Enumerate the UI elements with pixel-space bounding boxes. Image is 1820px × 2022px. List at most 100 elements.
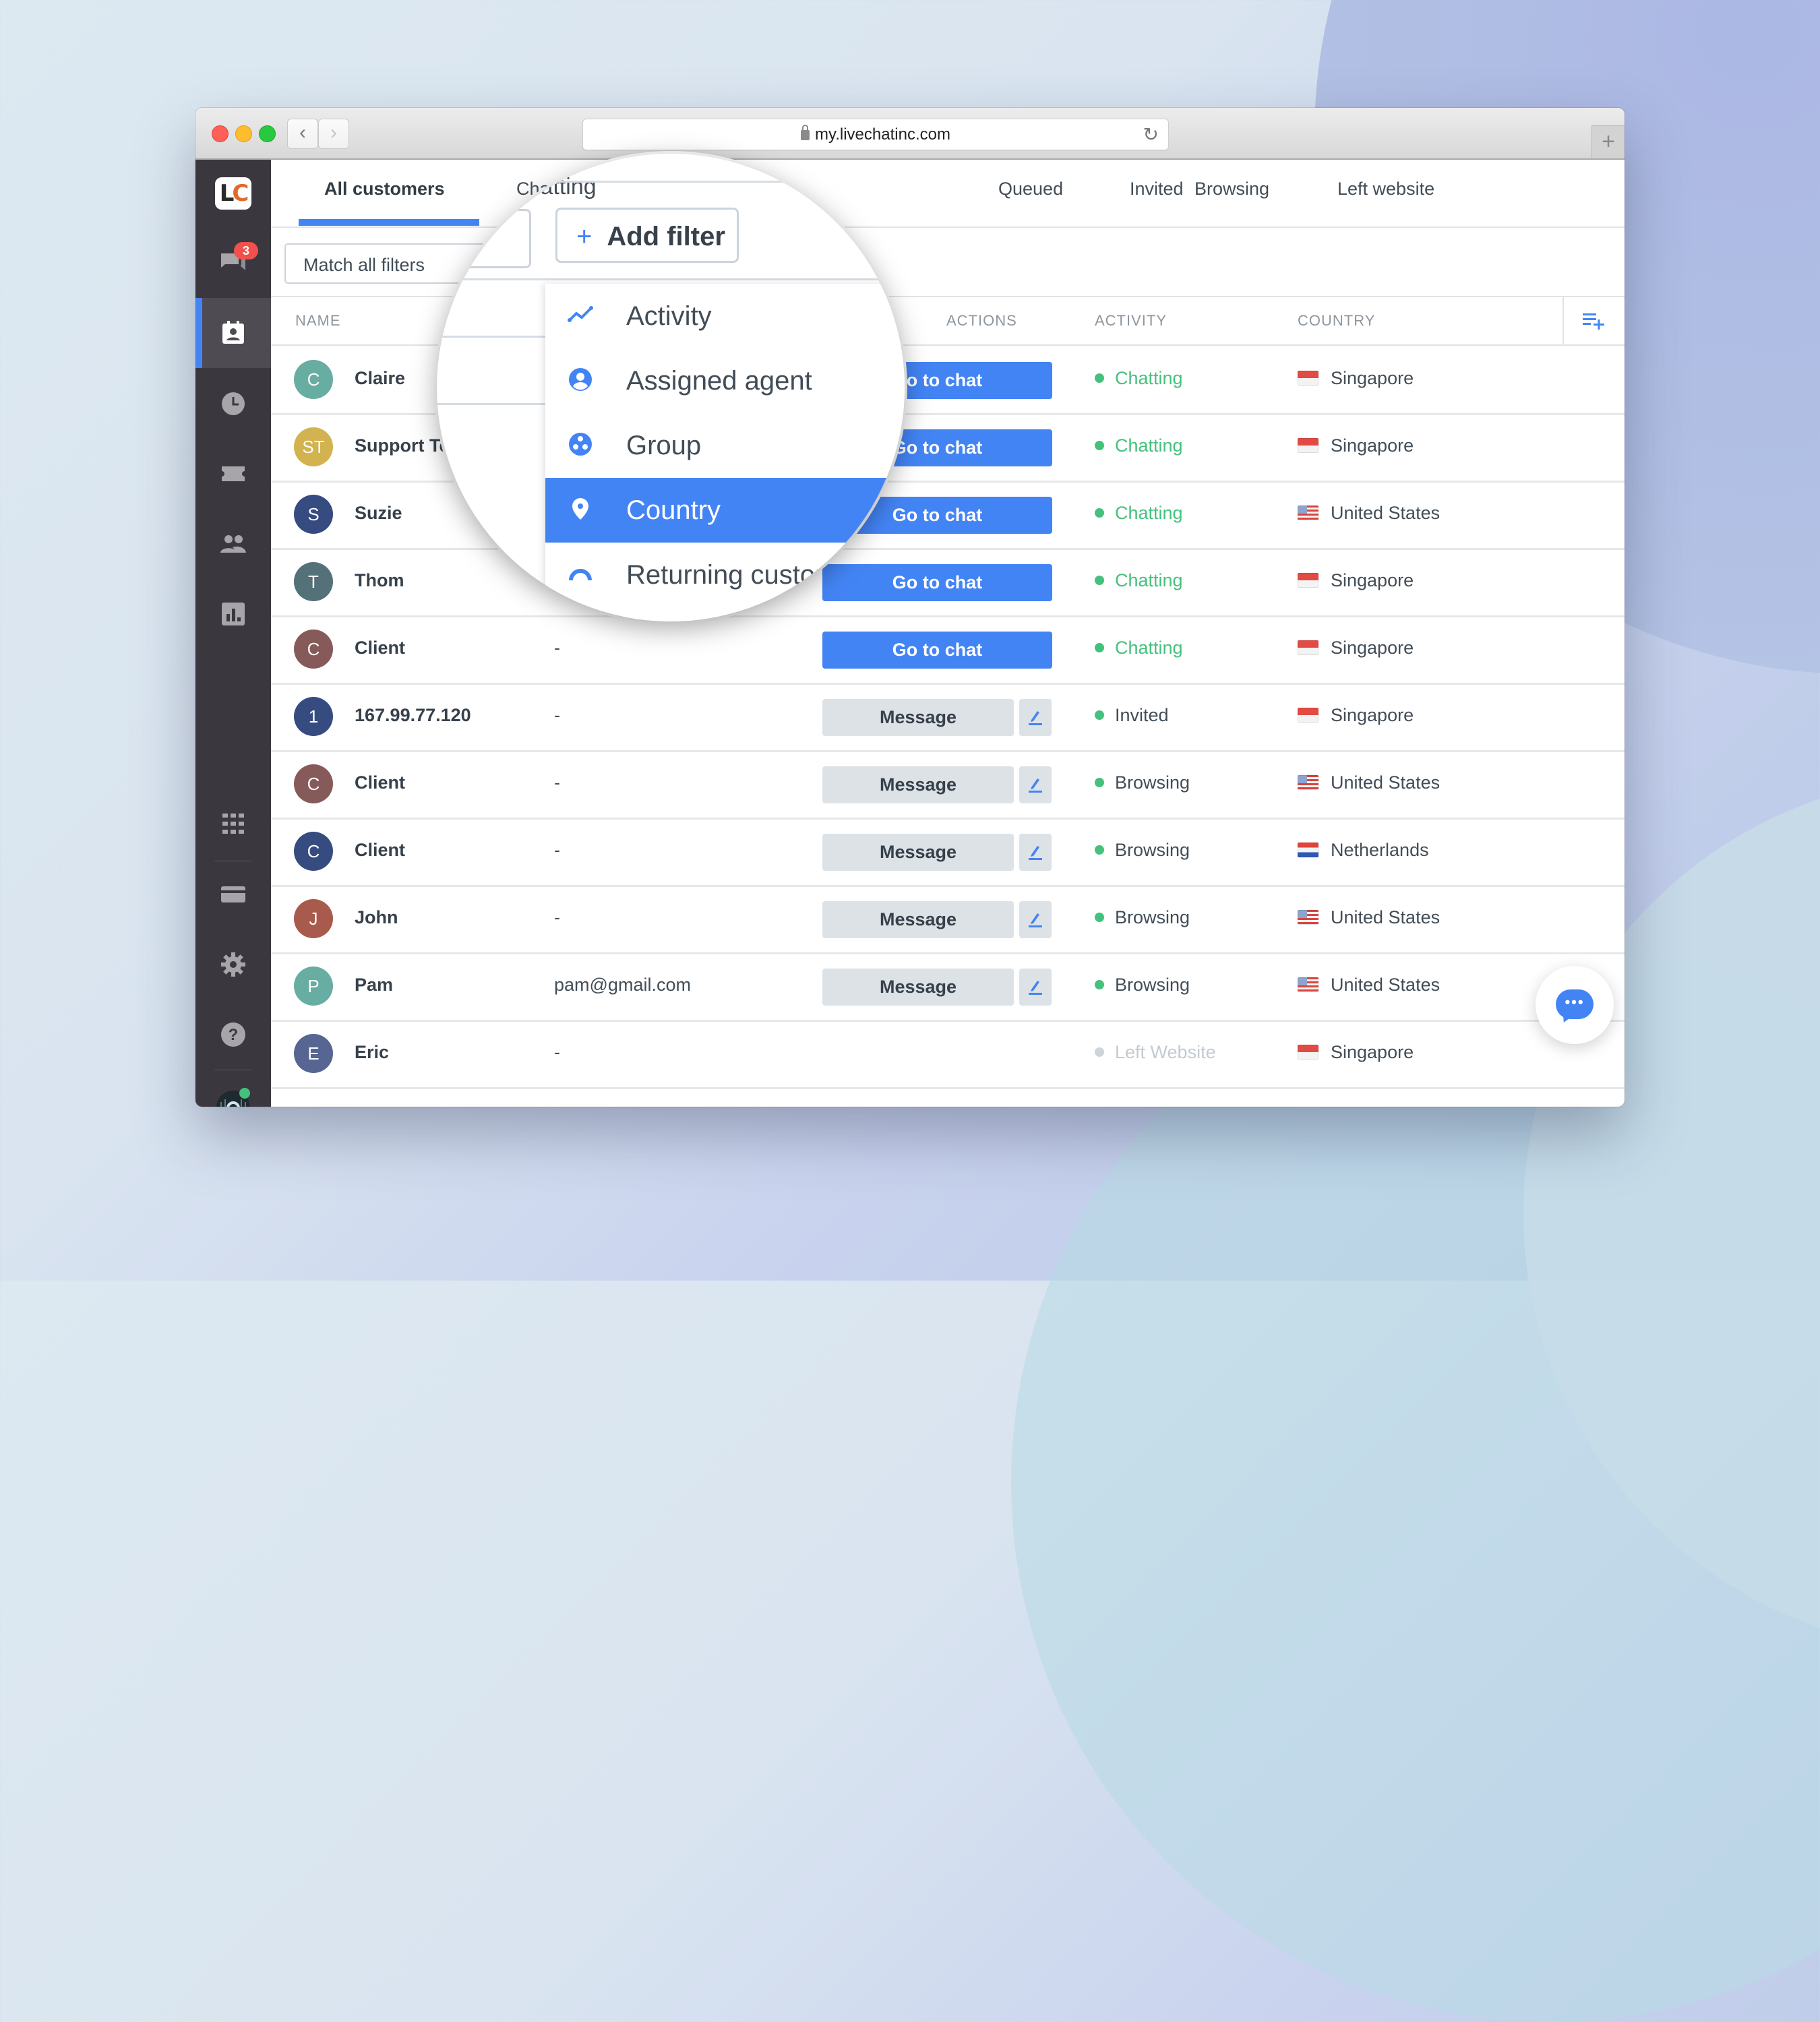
close-window-button[interactable] bbox=[212, 125, 229, 142]
edit-message-button[interactable] bbox=[1019, 901, 1052, 938]
flag-sg-icon bbox=[1298, 371, 1318, 386]
activity-label: Invited bbox=[1115, 705, 1169, 725]
sidebar-item-customers[interactable] bbox=[195, 298, 271, 368]
filter-option-returning-customer[interactable]: Returning customer bbox=[545, 543, 905, 607]
sidebar-item-marketplace[interactable] bbox=[195, 789, 271, 859]
sidebar-item-reports[interactable] bbox=[195, 579, 271, 649]
table-row[interactable]: JJohn-MessageBrowsingUnited States1 bbox=[271, 885, 1625, 954]
country-cell: Singapore bbox=[1298, 435, 1414, 456]
edit-message-button[interactable] bbox=[1019, 834, 1052, 871]
filter-option-activity[interactable]: Activity bbox=[545, 284, 905, 348]
country-cell: Singapore bbox=[1298, 368, 1414, 389]
customer-name[interactable]: Eric bbox=[355, 1042, 389, 1063]
country-cell: United States bbox=[1298, 772, 1440, 793]
activity-label: Browsing bbox=[1115, 772, 1190, 793]
back-button[interactable]: ‹ bbox=[287, 119, 318, 149]
message-button[interactable]: Message bbox=[822, 969, 1014, 1006]
flag-us-icon bbox=[1298, 910, 1318, 925]
pencil-icon bbox=[1029, 913, 1042, 927]
status-dot bbox=[1095, 373, 1104, 383]
table-row[interactable]: CClient-MessageBrowsingNetherlands15 bbox=[271, 818, 1625, 887]
table-row[interactable]: CClient-MessageBrowsingUnited States17 bbox=[271, 750, 1625, 820]
activity-label: Chatting bbox=[1115, 503, 1183, 523]
apps-grid-icon bbox=[222, 814, 244, 834]
add-filter-label: Add filter bbox=[607, 222, 725, 251]
tab-browsing[interactable]: Browsing bbox=[1194, 179, 1269, 200]
add-column-button[interactable] bbox=[1563, 297, 1625, 344]
chat-widget-button[interactable]: ••• bbox=[1536, 966, 1614, 1044]
contact-card-icon bbox=[222, 321, 244, 344]
customer-name[interactable]: Client bbox=[355, 840, 405, 861]
message-button[interactable]: Message bbox=[822, 901, 1014, 938]
sidebar-item-archives[interactable] bbox=[195, 369, 271, 439]
reload-icon[interactable]: ↻ bbox=[1143, 119, 1159, 150]
magnifier-lens: Chatting + Add filter Activity Assigned a… bbox=[437, 154, 905, 621]
column-header-name[interactable]: NAME bbox=[295, 312, 341, 330]
user-avatar-button[interactable] bbox=[195, 1071, 271, 1107]
sidebar-item-help[interactable]: ? bbox=[195, 1000, 271, 1070]
livechat-logo[interactable]: LC bbox=[215, 177, 251, 210]
activity-status: Browsing bbox=[1095, 975, 1190, 995]
avatar: E bbox=[294, 1034, 333, 1073]
table-row[interactable]: E Eric - Left Website Singapore bbox=[271, 1020, 1625, 1089]
go-to-chat-button[interactable]: Go to chat bbox=[822, 632, 1052, 669]
table-row[interactable]: P Pam pam@gmail.com Message Browsing United S… bbox=[271, 952, 1625, 1022]
minimize-window-button[interactable] bbox=[235, 125, 252, 142]
gear-icon bbox=[221, 952, 245, 977]
customer-name[interactable]: Suzie bbox=[355, 503, 402, 524]
sidebar-item-tickets[interactable] bbox=[195, 439, 271, 509]
activity-label: Chatting bbox=[1115, 368, 1183, 388]
clock-icon bbox=[222, 392, 245, 415]
message-button[interactable]: Message bbox=[822, 699, 1014, 736]
tab-chatting-zoomed[interactable]: Chatting bbox=[511, 174, 597, 200]
column-header-activity[interactable]: ACTIVITY bbox=[1095, 312, 1167, 330]
sidebar-item-settings[interactable] bbox=[195, 929, 271, 1000]
activity-label: Left Website bbox=[1115, 1042, 1216, 1062]
flag-us-icon bbox=[1298, 775, 1318, 790]
edit-message-button[interactable] bbox=[1019, 699, 1052, 736]
address-bar[interactable]: my.livechatinc.com ↻ bbox=[582, 119, 1169, 150]
customer-email: - bbox=[554, 638, 560, 658]
customer-name[interactable]: Client bbox=[355, 772, 405, 793]
message-button[interactable]: Message bbox=[822, 766, 1014, 803]
divider bbox=[437, 403, 551, 405]
customer-name[interactable]: Thom bbox=[355, 570, 404, 591]
customer-email: - bbox=[554, 907, 560, 927]
tab-all-customers[interactable]: All customers bbox=[324, 179, 445, 200]
divider bbox=[437, 336, 551, 338]
pencil-icon bbox=[1029, 846, 1042, 860]
column-header-actions: ACTIONS bbox=[946, 312, 1017, 329]
sidebar-item-agents[interactable] bbox=[195, 509, 271, 579]
filter-option-group[interactable]: Group bbox=[545, 413, 905, 478]
tab-queued[interactable]: Queued bbox=[998, 179, 1063, 200]
sidebar-item-chats[interactable] bbox=[195, 227, 271, 297]
maximize-window-button[interactable] bbox=[259, 125, 276, 142]
forward-button[interactable]: › bbox=[318, 119, 349, 149]
table-row[interactable]: CClient-Go to chatChattingSingapore17 bbox=[271, 615, 1625, 685]
customer-email: pam@gmail.com bbox=[554, 975, 691, 995]
svg-text:?: ? bbox=[229, 1026, 239, 1044]
tab-left-website[interactable]: Left website bbox=[1337, 179, 1434, 200]
flag-sg-icon bbox=[1298, 573, 1318, 588]
filter-option-assigned-agent[interactable]: Assigned agent bbox=[545, 348, 905, 413]
filter-option-country[interactable]: Country bbox=[545, 478, 905, 543]
flag-sg-icon bbox=[1298, 438, 1318, 453]
tab-invited[interactable]: Invited bbox=[1130, 179, 1184, 200]
message-button[interactable]: Message bbox=[822, 834, 1014, 871]
customer-name[interactable]: Pam bbox=[355, 975, 393, 995]
flag-us-icon bbox=[1298, 506, 1318, 520]
customer-name[interactable]: Claire bbox=[355, 368, 405, 389]
customer-name[interactable]: John bbox=[355, 907, 398, 928]
column-header-country[interactable]: COUNTRY bbox=[1298, 312, 1375, 330]
customer-name[interactable]: Client bbox=[355, 638, 405, 658]
sidebar-item-billing[interactable] bbox=[195, 859, 271, 929]
edit-message-button[interactable] bbox=[1019, 969, 1052, 1006]
new-tab-button[interactable]: + bbox=[1591, 125, 1625, 158]
avatar: C bbox=[294, 630, 333, 669]
customer-name[interactable]: 167.99.77.120 bbox=[355, 705, 471, 726]
edit-message-button[interactable] bbox=[1019, 766, 1052, 803]
add-filter-button[interactable]: + Add filter bbox=[555, 208, 739, 263]
table-row[interactable]: 1167.99.77.120-MessageInvitedSingapore1 bbox=[271, 683, 1625, 752]
filter-button-zoomed[interactable] bbox=[437, 209, 531, 268]
avatar: 1 bbox=[294, 697, 333, 736]
